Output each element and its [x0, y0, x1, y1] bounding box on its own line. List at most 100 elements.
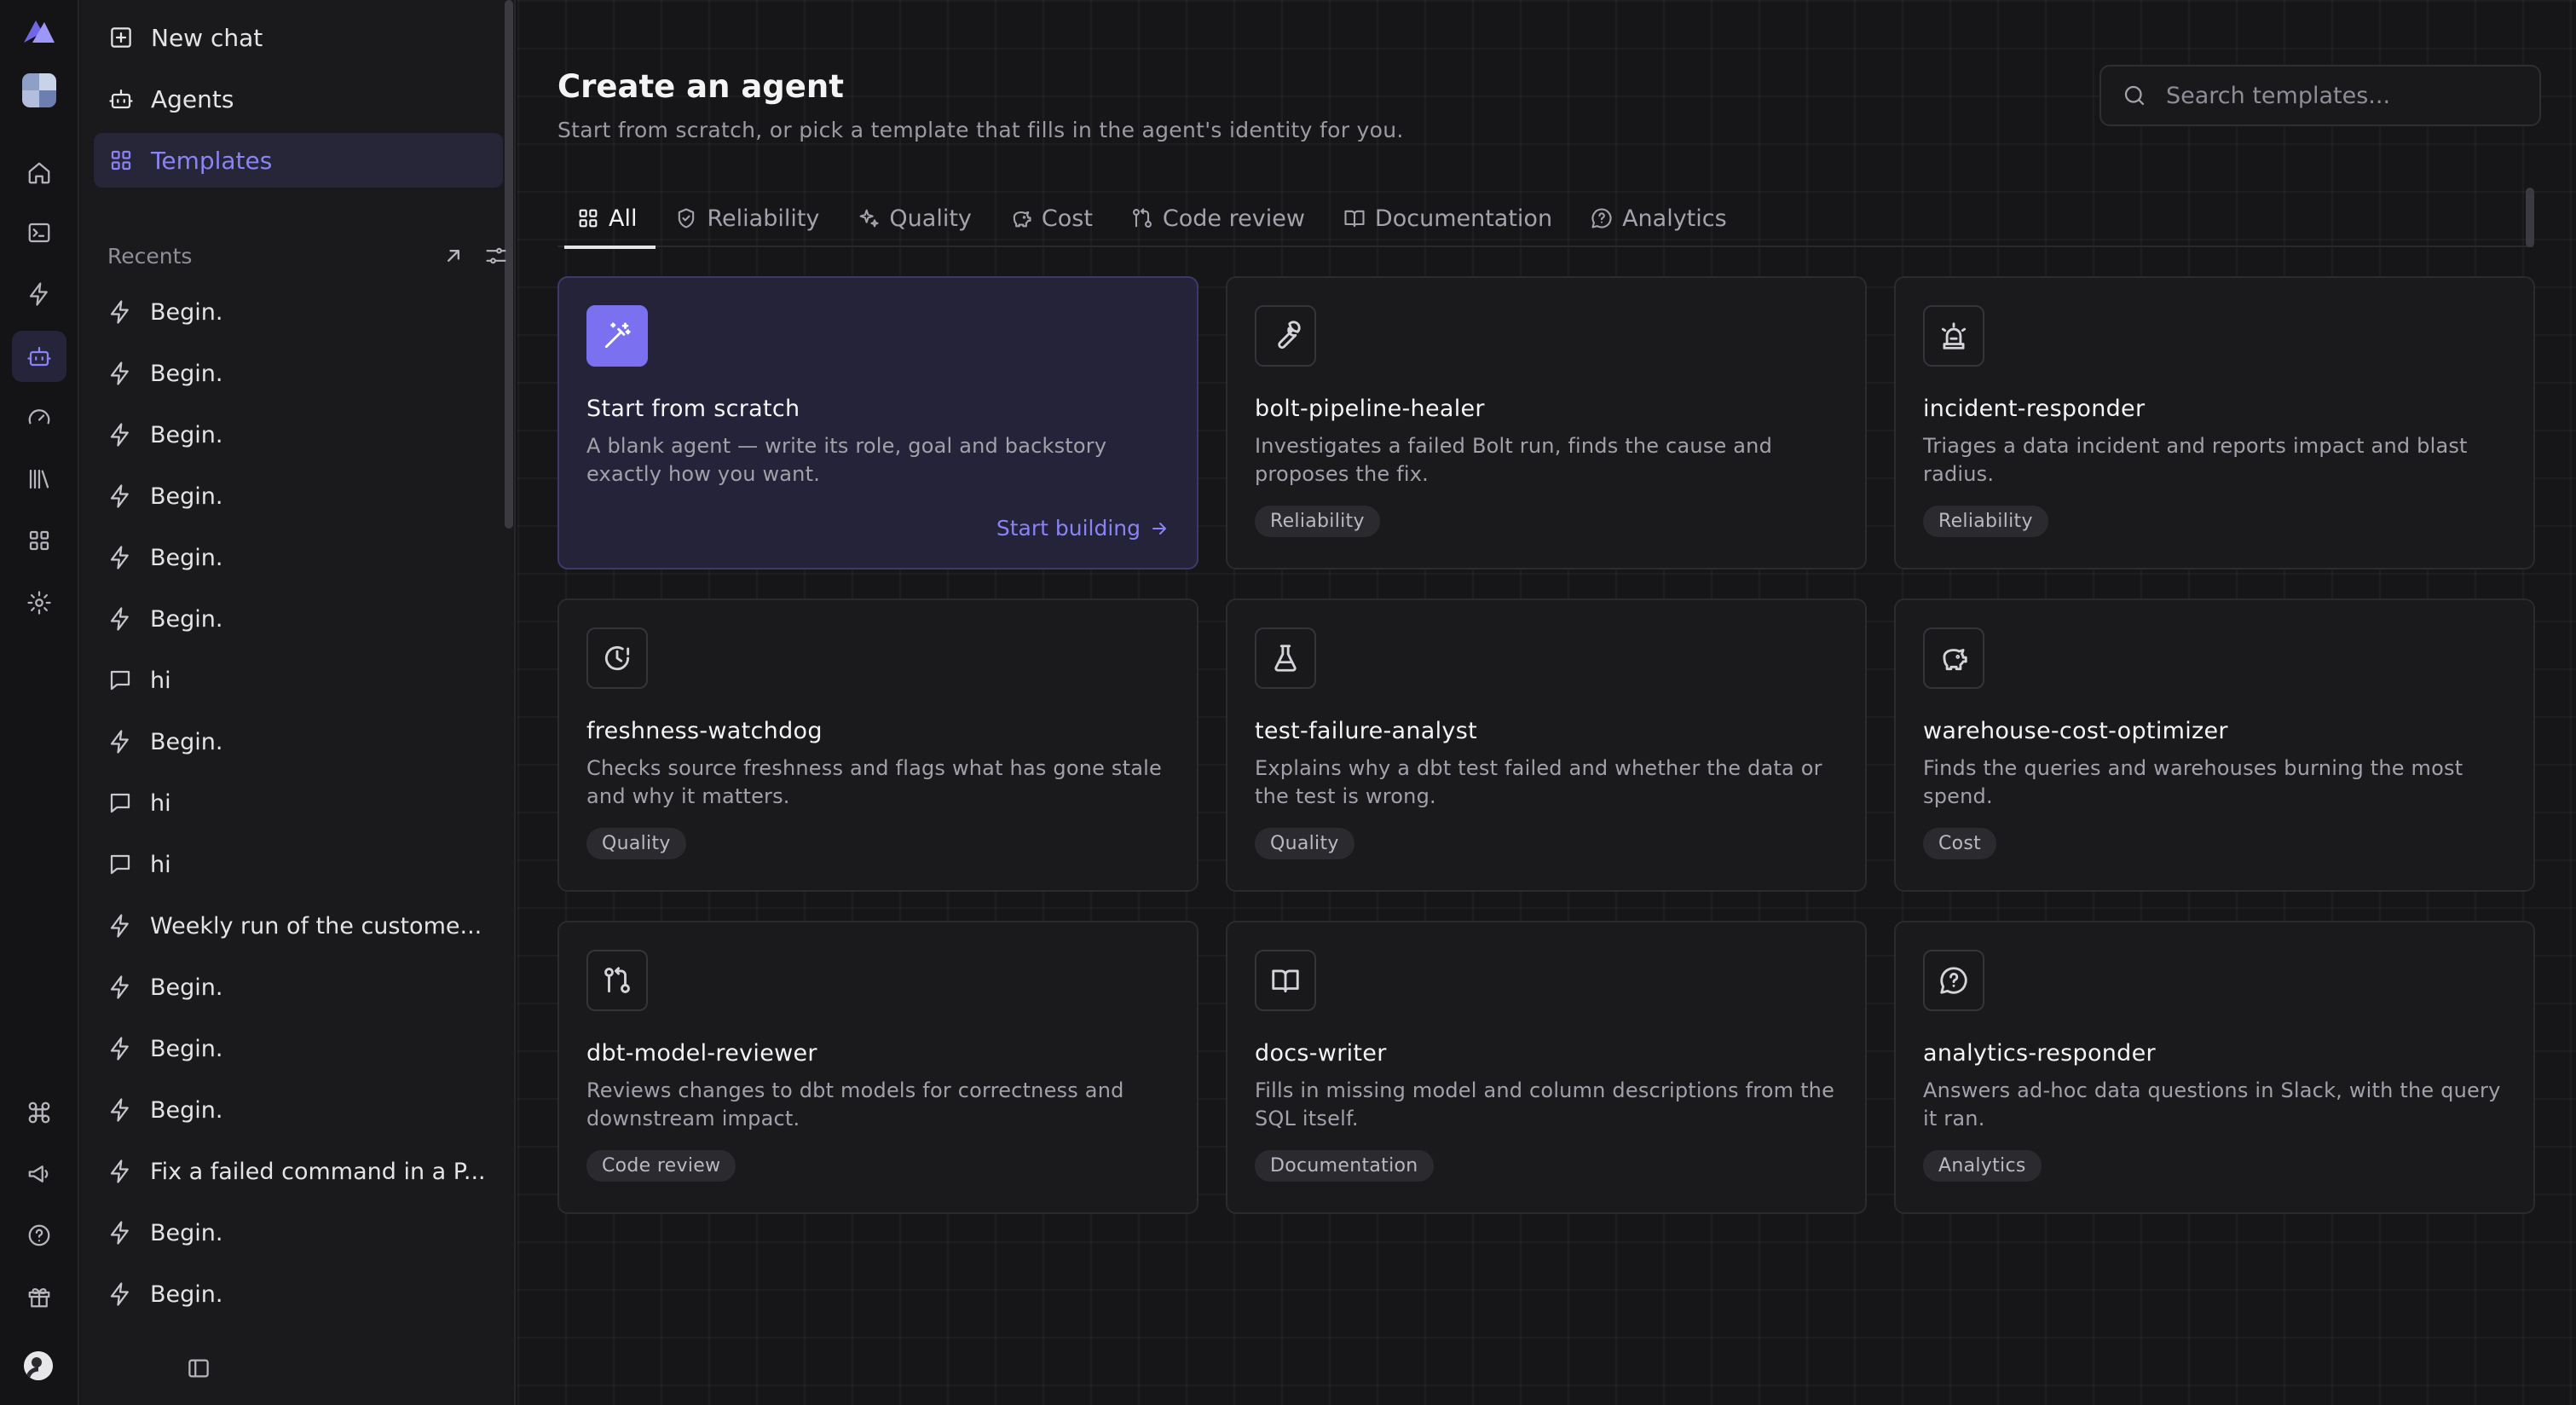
nav-templates[interactable]: Templates	[94, 133, 503, 188]
recent-item[interactable]: Begin.	[107, 281, 508, 343]
main-content: Create an agent Start from scratch, or p…	[517, 0, 2576, 1405]
nav-agents[interactable]: Agents	[94, 72, 503, 126]
recent-item-label: hi	[150, 789, 171, 817]
book-icon	[1343, 206, 1366, 230]
tab-reliability[interactable]: Reliability	[656, 189, 838, 247]
tab-code-review[interactable]: Code review	[1112, 189, 1324, 247]
help-circle-icon[interactable]	[12, 1210, 66, 1261]
shield-check-icon	[674, 206, 698, 230]
recent-item[interactable]: Begin.	[107, 343, 508, 404]
card-title: test-failure-analyst	[1255, 718, 1477, 744]
template-card[interactable]: warehouse-cost-optimizer Finds the querie…	[1894, 598, 2535, 892]
tab-cost[interactable]: Cost	[991, 189, 1112, 247]
bolt-icon	[107, 299, 133, 325]
recent-item[interactable]: Begin.	[107, 527, 508, 588]
git-compare-icon	[1130, 206, 1154, 230]
nav-new-chat[interactable]: New chat	[94, 10, 503, 65]
brand-logo-icon[interactable]	[20, 15, 58, 46]
gauge-icon[interactable]	[12, 392, 66, 443]
recent-item[interactable]: Begin.	[107, 1018, 508, 1079]
clock-alert-icon	[586, 627, 648, 689]
bolt-icon	[107, 1036, 133, 1061]
tab-documentation[interactable]: Documentation	[1324, 189, 1571, 247]
git-compare-icon	[586, 950, 648, 1011]
collapse-sidebar-icon[interactable]	[186, 1356, 211, 1381]
card-title: dbt-model-reviewer	[586, 1040, 817, 1067]
sidebar: New chat Agents Templates Recents Begin.…	[81, 0, 516, 1405]
megaphone-icon[interactable]	[12, 1148, 66, 1200]
start-from-scratch-card[interactable]: Start from scratch A blank agent — write…	[557, 276, 1198, 570]
template-card[interactable]: bolt-pipeline-healer Investigates a faile…	[1226, 276, 1867, 570]
open-external-arrow-icon[interactable]	[442, 244, 465, 268]
command-icon[interactable]	[12, 1087, 66, 1138]
card-description: Investigates a failed Bolt run, finds th…	[1255, 434, 1773, 486]
gift-icon[interactable]	[12, 1271, 66, 1322]
recent-item-label: Begin.	[150, 728, 223, 755]
card-title: Start from scratch	[586, 396, 800, 422]
card-description: Triages a data incident and reports impa…	[1923, 434, 2468, 486]
template-card[interactable]: incident-responder Triages a data inciden…	[1894, 276, 2535, 570]
category-tag: Code review	[586, 1150, 736, 1182]
recent-item[interactable]: Fix a failed command in a P...	[107, 1141, 508, 1202]
tab-all[interactable]: All	[557, 189, 656, 249]
template-card[interactable]: analytics-responder Answers ad-hoc data q…	[1894, 921, 2535, 1214]
recent-item[interactable]: Begin.	[107, 588, 508, 650]
recent-item[interactable]: hi	[107, 650, 508, 711]
card-description: Finds the queries and warehouses burning…	[1923, 756, 2463, 808]
book-icon	[1255, 950, 1316, 1011]
recent-item-label: Begin.	[150, 1219, 223, 1246]
tab-label: Code review	[1162, 205, 1305, 232]
recent-item-label: hi	[150, 851, 171, 878]
tab-quality[interactable]: Quality	[838, 189, 990, 247]
library-icon[interactable]	[12, 454, 66, 505]
user-avatar[interactable]	[24, 1351, 53, 1380]
template-card[interactable]: docs-writer Fills in missing model and co…	[1226, 921, 1867, 1214]
chat-icon	[107, 790, 133, 816]
piggy-bank-icon	[1009, 206, 1033, 230]
nav-label: Agents	[151, 84, 234, 113]
recent-item[interactable]: Begin.	[107, 1079, 508, 1141]
start-building-link[interactable]: Start building	[996, 516, 1170, 541]
main-scrollbar[interactable]	[2526, 188, 2534, 247]
workspace-switcher-icon[interactable]	[22, 73, 56, 107]
recent-item[interactable]: hi	[107, 834, 508, 895]
bot-icon[interactable]	[12, 331, 66, 382]
search-input[interactable]	[2166, 82, 2524, 109]
template-card[interactable]: freshness-watchdog Checks source freshnes…	[557, 598, 1198, 892]
apps-grid-icon[interactable]	[12, 515, 66, 566]
home-icon[interactable]	[12, 147, 66, 199]
template-card[interactable]: test-failure-analyst Explains why a dbt t…	[1226, 598, 1867, 892]
recent-item[interactable]: Begin.	[107, 711, 508, 772]
tab-label: Cost	[1041, 205, 1093, 232]
recents-label: Recents	[107, 243, 193, 269]
recent-item[interactable]: Begin.	[107, 1263, 508, 1325]
recent-item[interactable]: Begin.	[107, 465, 508, 527]
flask-icon	[1255, 627, 1316, 689]
tab-analytics[interactable]: Analytics	[1571, 189, 1746, 247]
recent-item[interactable]: Begin.	[107, 404, 508, 465]
recent-item[interactable]: Weekly run of the custome...	[107, 895, 508, 957]
category-tag: Cost	[1923, 828, 1997, 859]
recent-item[interactable]: Begin.	[107, 957, 508, 1018]
settings-gear-icon[interactable]	[12, 577, 66, 628]
search-box[interactable]	[2099, 65, 2541, 126]
template-card[interactable]: dbt-model-reviewer Reviews changes to dbt…	[557, 921, 1198, 1214]
bolt-icon	[107, 729, 133, 755]
bolt-icon[interactable]	[12, 269, 66, 320]
arrow-right-icon	[1149, 518, 1170, 539]
category-tag: Reliability	[1255, 506, 1380, 537]
card-description: A blank agent — write its role, goal and…	[586, 434, 1107, 486]
recent-item[interactable]: hi	[107, 772, 508, 834]
filter-sliders-icon[interactable]	[484, 244, 508, 268]
recent-item-label: Begin.	[150, 1096, 223, 1124]
recent-item[interactable]: Begin.	[107, 1202, 508, 1263]
bolt-icon	[107, 1097, 133, 1123]
card-title: incident-responder	[1923, 396, 2146, 422]
terminal-icon[interactable]	[12, 207, 66, 258]
card-title: warehouse-cost-optimizer	[1923, 718, 2228, 744]
card-title: docs-writer	[1255, 1040, 1387, 1067]
category-tag: Quality	[1255, 828, 1354, 859]
square-plus-icon	[108, 25, 134, 50]
icon-rail	[0, 0, 79, 1405]
bolt-icon	[107, 545, 133, 570]
